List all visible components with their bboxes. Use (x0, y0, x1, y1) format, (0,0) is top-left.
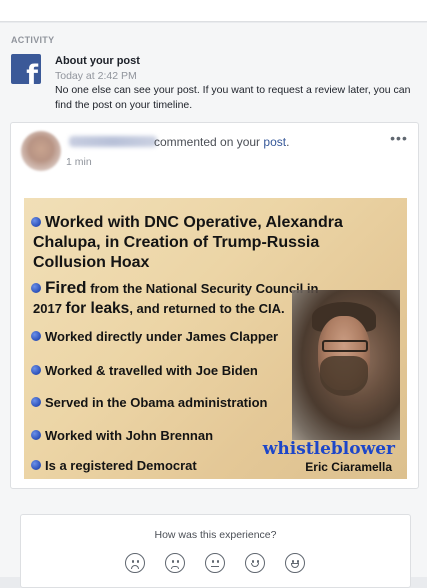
more-horizontal-icon[interactable]: ••• (390, 131, 408, 145)
bullet-icon (31, 283, 41, 293)
commented-text: commented on your (154, 135, 261, 149)
portrait-glasses (322, 340, 368, 352)
bullet-icon (31, 430, 41, 440)
bullet-icon (31, 397, 41, 407)
post-link[interactable]: post (263, 135, 286, 149)
happy-face-icon[interactable] (245, 553, 265, 573)
meme-line-9: Worked with John Brennan (31, 428, 213, 443)
meme-line-8: Served in the Obama administration (31, 395, 268, 410)
blurred-commenter-name[interactable] (69, 136, 157, 147)
bullet-icon (31, 217, 41, 227)
meme-line-3: Collusion Hoax (33, 254, 150, 271)
very-sad-face-icon[interactable] (125, 553, 145, 573)
meme-line-10: Is a registered Democrat (31, 458, 197, 473)
very-happy-face-icon[interactable] (285, 553, 305, 573)
meme-image[interactable]: Worked with DNC Operative, Alexandra Cha… (24, 198, 407, 479)
meme-line-4: Fired from the National Security Council… (31, 278, 318, 298)
portrait-beard (320, 356, 368, 396)
notification-title: About your post (55, 55, 140, 67)
portrait-photo (292, 290, 400, 440)
activity-section: ACTIVITY f About your post Today at 2:42… (0, 23, 427, 588)
post-link-suffix: . (286, 135, 290, 149)
notification-text: No one else can see your post. If you wa… (55, 84, 411, 111)
feedback-faces (125, 553, 311, 575)
previous-card-bottom (0, 0, 427, 22)
activity-heading: ACTIVITY (11, 35, 55, 45)
meme-line-2: Chalupa, in Creation of Trump-Russia (33, 234, 320, 251)
neutral-face-icon[interactable] (205, 553, 225, 573)
meme-line-1: Worked with DNC Operative, Alexandra (31, 214, 343, 232)
feedback-question: How was this experience? (154, 529, 277, 541)
bullet-icon (31, 331, 41, 341)
comment-headline: commented on your post. (154, 135, 289, 149)
avatar[interactable] (21, 131, 61, 171)
meme-line-5: 2017 for leaks, and returned to the CIA. (33, 300, 285, 317)
meme-line-7: Worked & travelled with Joe Biden (31, 363, 258, 378)
bullet-icon (31, 460, 41, 470)
name-caption: Eric Ciaramella (305, 460, 392, 474)
facebook-logo-icon: f (11, 54, 41, 84)
post-card: commented on your post. 1 min ••• Worked… (10, 122, 419, 489)
sad-face-icon[interactable] (165, 553, 185, 573)
notification-time: Today at 2:42 PM (55, 70, 137, 82)
comment-time[interactable]: 1 min (66, 156, 92, 168)
meme-line-6: Worked directly under James Clapper (31, 329, 278, 344)
whistleblower-caption: whistleblower (262, 439, 395, 459)
bullet-icon (31, 365, 41, 375)
